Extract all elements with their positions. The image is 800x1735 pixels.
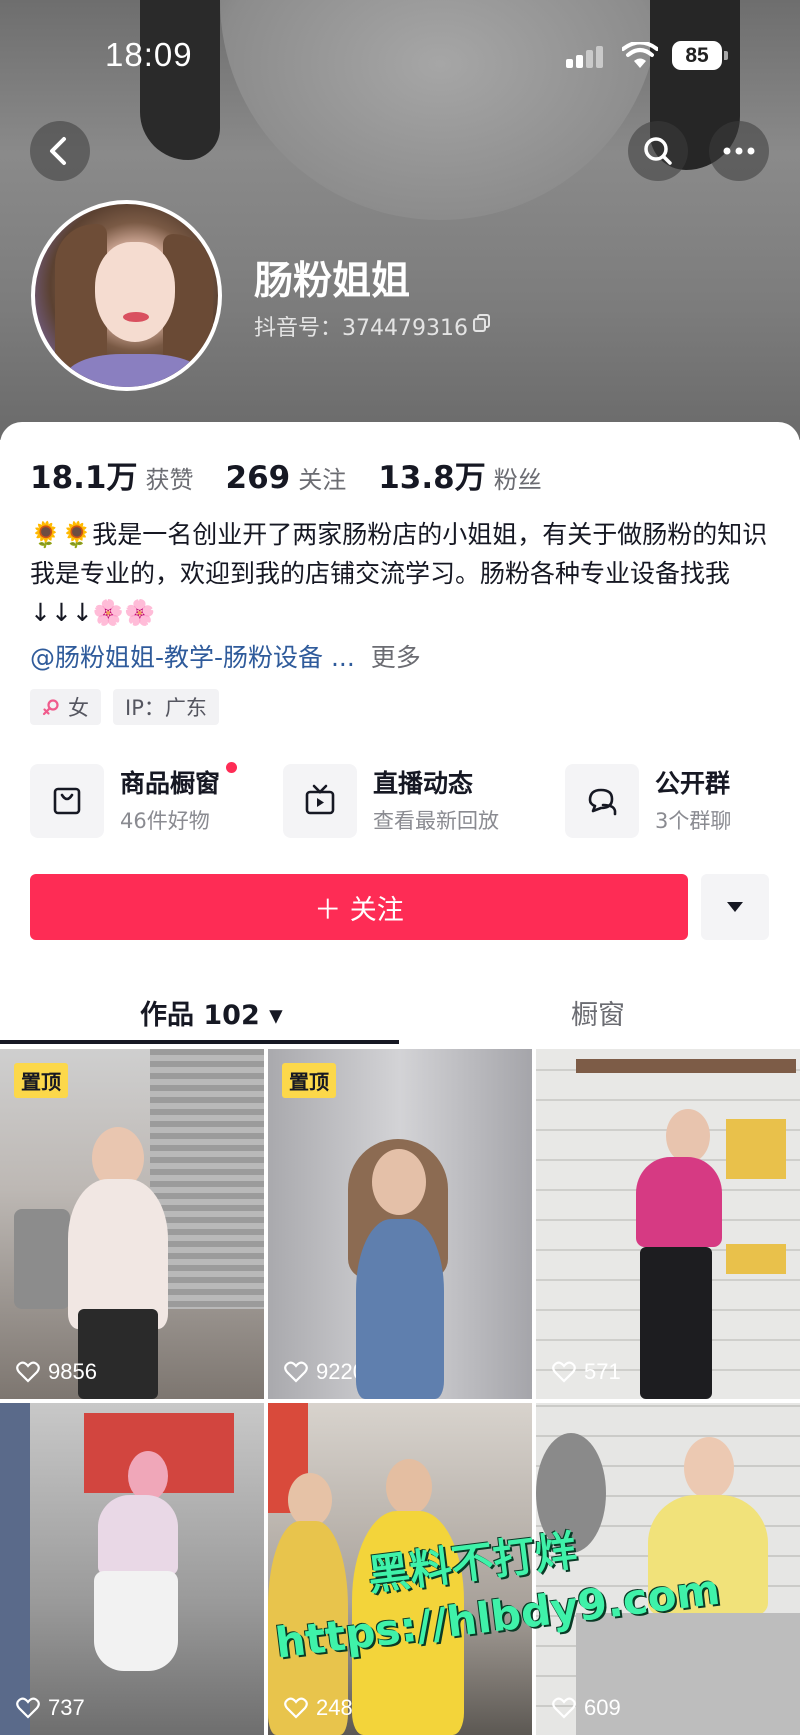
status-bar: 18:09 85 xyxy=(0,30,800,80)
wifi-icon xyxy=(622,42,658,68)
followers-label[interactable]: 粉丝 xyxy=(494,460,542,495)
likes-count: 9856 xyxy=(48,1359,97,1384)
following-label[interactable]: 关注 xyxy=(298,460,346,495)
shop-window-shortcut[interactable]: 商品橱窗 46件好物 xyxy=(30,762,270,842)
chevron-left-icon xyxy=(50,137,66,165)
bio-mention-link[interactable]: @肠粉姐姐-教学-肠粉设备 ... xyxy=(30,643,355,672)
profile-tags: 女 IP：广东 xyxy=(30,689,219,725)
copy-icon[interactable] xyxy=(472,313,492,333)
shopping-bag-icon xyxy=(53,787,81,815)
tab-works[interactable]: 作品 102 ▾ xyxy=(140,982,283,1042)
likes-count: 609 xyxy=(584,1695,621,1720)
chat-icon xyxy=(588,788,617,816)
profile-shortcuts: 商品橱窗 46件好物 直播动态 查看最新回放 公开群 3个群聊 xyxy=(30,762,770,842)
profile-stats: 18.1万 获赞 269 关注 13.8万 粉丝 xyxy=(30,452,574,496)
video-tile[interactable]: 571 xyxy=(536,1049,800,1399)
gender-tag: 女 xyxy=(30,689,101,725)
profile-header-background: 18:09 85 肠粉姐姐 抖音号：374479316 xyxy=(0,0,800,440)
search-icon xyxy=(644,137,672,165)
ip-location-tag: IP：广东 xyxy=(113,689,219,725)
video-likes: 609 xyxy=(552,1695,621,1721)
video-likes: 9220 xyxy=(284,1359,365,1385)
bio-more-button[interactable]: 更多 xyxy=(371,643,421,672)
heart-icon xyxy=(284,1361,308,1383)
notification-dot xyxy=(226,762,237,773)
video-likes: 737 xyxy=(16,1695,85,1721)
ip-location-label: IP：广东 xyxy=(125,696,207,720)
video-tile[interactable]: 置顶 9220 xyxy=(268,1049,532,1399)
female-icon xyxy=(42,699,59,716)
avatar[interactable] xyxy=(31,200,222,391)
status-time: 18:09 xyxy=(105,36,193,73)
profile-nickname: 肠粉姐姐 xyxy=(254,259,411,304)
public-group-title: 公开群 xyxy=(655,769,731,798)
public-group-shortcut[interactable]: 公开群 3个群聊 xyxy=(565,762,770,842)
likes-label[interactable]: 获赞 xyxy=(146,460,194,495)
live-subtitle: 查看最新回放 xyxy=(373,809,499,833)
video-likes: 571 xyxy=(552,1359,621,1385)
likes-count: 737 xyxy=(48,1695,85,1720)
heart-icon xyxy=(16,1361,40,1383)
video-likes: 9856 xyxy=(16,1359,97,1385)
heart-icon xyxy=(16,1697,40,1719)
follow-button[interactable]: ＋ 关注 xyxy=(30,874,688,940)
profile-bio: 🌻🌻我是一名创业开了两家肠粉店的小姐姐，有关于做肠粉的知识我是专业的，欢迎到我的… xyxy=(30,520,768,627)
more-options-button[interactable] xyxy=(709,121,769,181)
shop-window-subtitle: 46件好物 xyxy=(120,809,210,833)
heart-icon xyxy=(284,1697,308,1719)
likes-count[interactable]: 18.1万 xyxy=(30,452,138,497)
profile-tabs: 作品 102 ▾ 橱窗 xyxy=(0,982,800,1042)
pinned-badge: 置顶 xyxy=(14,1063,68,1098)
recommend-dropdown-button[interactable] xyxy=(701,874,769,940)
gender-label: 女 xyxy=(68,696,89,720)
douyin-id: 抖音号：374479316 xyxy=(254,316,468,341)
more-dots-icon xyxy=(723,147,755,155)
following-count[interactable]: 269 xyxy=(226,460,291,496)
pinned-badge: 置顶 xyxy=(282,1063,336,1098)
live-shortcut[interactable]: 直播动态 查看最新回放 xyxy=(283,762,523,842)
bio-link-row: @肠粉姐姐-教学-肠粉设备 ... 更多 xyxy=(30,638,421,674)
video-tile[interactable]: 置顶 9856 xyxy=(0,1049,264,1399)
cellular-signal-icon xyxy=(566,46,608,68)
likes-count: 571 xyxy=(584,1359,621,1384)
tab-shop-window[interactable]: 橱窗 xyxy=(571,982,625,1042)
back-button[interactable] xyxy=(30,121,90,181)
public-group-subtitle: 3个群聊 xyxy=(655,809,732,833)
video-likes: 248 xyxy=(284,1695,353,1721)
followers-count[interactable]: 13.8万 xyxy=(378,452,486,497)
live-title: 直播动态 xyxy=(373,769,474,798)
video-tile[interactable]: 737 xyxy=(0,1403,264,1735)
search-button[interactable] xyxy=(628,121,688,181)
shop-window-title: 商品橱窗 xyxy=(120,769,221,798)
caret-down-icon xyxy=(727,902,743,912)
tv-icon xyxy=(305,784,335,815)
battery-indicator: 85 xyxy=(672,41,728,70)
heart-icon xyxy=(552,1361,576,1383)
likes-count: 248 xyxy=(316,1695,353,1720)
heart-icon xyxy=(552,1697,576,1719)
active-tab-indicator xyxy=(0,1040,399,1044)
